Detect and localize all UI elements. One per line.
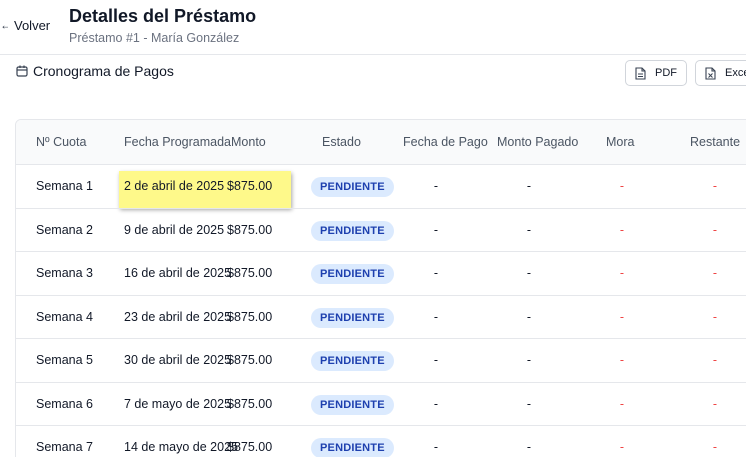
cell-restante: - [712,353,718,367]
cell-monto-pagado: - [526,309,532,324]
column-header-estado: Estado [322,135,361,149]
page-title: Detalles del Préstamo [69,6,257,26]
cell-mora: - [619,266,625,280]
status-badge: PENDIENTE [311,220,394,241]
cell-monto: $875.00 [227,440,273,454]
table-row: Semana 7 14 de mayo de 2025 $875.00 PEND… [16,426,746,457]
status-badge: PENDIENTE [311,394,394,415]
cell-cuota: Semana 7 [36,440,93,454]
cell-restante: - [712,440,718,454]
column-header-cuota: Nº Cuota [36,135,87,149]
cell-monto: $875.00 [227,309,273,324]
table-row: Semana 4 23 de abril de 2025 $875.00 PEN… [16,296,746,339]
cell-monto-pagado: - [526,440,532,454]
cell-monto: $875.00 [227,222,273,237]
calendar-icon [16,65,28,77]
export-pdf-label: PDF [655,67,677,79]
cell-cuota: Semana 6 [36,396,93,411]
export-excel-button[interactable]: Excel [695,60,746,86]
cell-mora: - [619,309,625,324]
column-header-monto-pagado: Monto Pagado [497,135,579,149]
cell-fecha: 16 de abril de 2025 [124,266,232,280]
cell-cuota: Semana 4 [36,309,93,324]
cell-monto-pagado: - [526,266,532,280]
cell-mora: - [619,179,625,193]
section-header: Cronograma de Pagos [16,63,174,79]
cell-mora: - [619,440,625,454]
cell-fecha: 14 de mayo de 2025 [124,440,238,454]
back-arrow-icon: ← [0,18,8,32]
spreadsheet-icon [705,66,716,80]
cell-cuota: Semana 3 [36,266,93,280]
table-row: Semana 6 7 de mayo de 2025 $875.00 PENDI… [16,383,746,426]
cell-monto-pagado: - [526,353,532,367]
cell-monto-pagado: - [526,179,532,193]
cell-monto-pagado: - [526,222,532,237]
cell-monto: $875.00 [227,353,273,367]
cell-fecha: 9 de abril de 2025 [124,222,225,237]
back-button[interactable]: ← Volver [0,15,50,35]
cell-mora: - [619,396,625,411]
column-header-restante: Restante [690,135,741,149]
cell-fecha: 7 de mayo de 2025 [124,396,232,411]
payment-schedule-table: Nº Cuota Fecha Programada Monto Estado F… [15,119,746,457]
cell-restante: - [712,396,718,411]
column-header-fecha-pago: Fecha de Pago [403,135,488,149]
cell-monto: $875.00 [227,266,273,280]
table-header: Nº Cuota Fecha Programada Monto Estado F… [16,120,746,165]
export-pdf-button[interactable]: PDF [625,60,687,86]
table-row: Semana 5 30 de abril de 2025 $875.00 PEN… [16,339,746,383]
cell-fecha-pago: - [433,266,439,280]
cell-monto: $875.00 [227,179,273,193]
document-icon [635,66,646,80]
table-row: Semana 3 16 de abril de 2025 $875.00 PEN… [16,252,746,296]
page-subtitle: Préstamo #1 - María González [69,31,240,45]
cell-restante: - [712,266,718,280]
column-header-monto: Monto [231,135,266,149]
cell-monto: $875.00 [227,396,273,411]
export-excel-label: Excel [725,67,746,79]
status-badge: PENDIENTE [311,351,394,371]
cell-restante: - [712,222,718,237]
cell-fecha-pago: - [433,179,439,193]
cell-fecha-pago: - [433,309,439,324]
column-header-fecha: Fecha Programada [124,135,232,149]
cell-fecha: 30 de abril de 2025 [124,353,232,367]
status-badge: PENDIENTE [311,307,394,328]
table-row: Semana 2 9 de abril de 2025 $875.00 PEND… [16,209,746,252]
page-header: ← Volver Detalles del Préstamo Préstamo … [0,0,746,55]
cell-fecha-pago: - [433,222,439,237]
cell-fecha-pago: - [433,353,439,367]
cell-mora: - [619,353,625,367]
cell-restante: - [712,309,718,324]
cell-mora: - [619,222,625,237]
cell-cuota: Semana 5 [36,353,93,367]
cell-cuota: Semana 1 [36,179,93,193]
status-badge: PENDIENTE [311,438,394,457]
cell-fecha-pago: - [433,396,439,411]
cell-monto-pagado: - [526,396,532,411]
cell-cuota: Semana 2 [36,222,93,237]
cell-fecha: 2 de abril de 2025 [124,179,225,193]
table-row: Semana 1 2 de abril de 2025 $875.00 PEND… [16,165,746,209]
column-header-mora: Mora [606,135,635,149]
back-label: Volver [14,17,51,33]
section-title: Cronograma de Pagos [33,63,174,79]
status-badge: PENDIENTE [311,177,394,197]
cell-fecha: 23 de abril de 2025 [124,309,232,324]
status-badge: PENDIENTE [311,264,394,284]
cell-fecha-pago: - [433,440,439,454]
cell-restante: - [712,179,718,193]
